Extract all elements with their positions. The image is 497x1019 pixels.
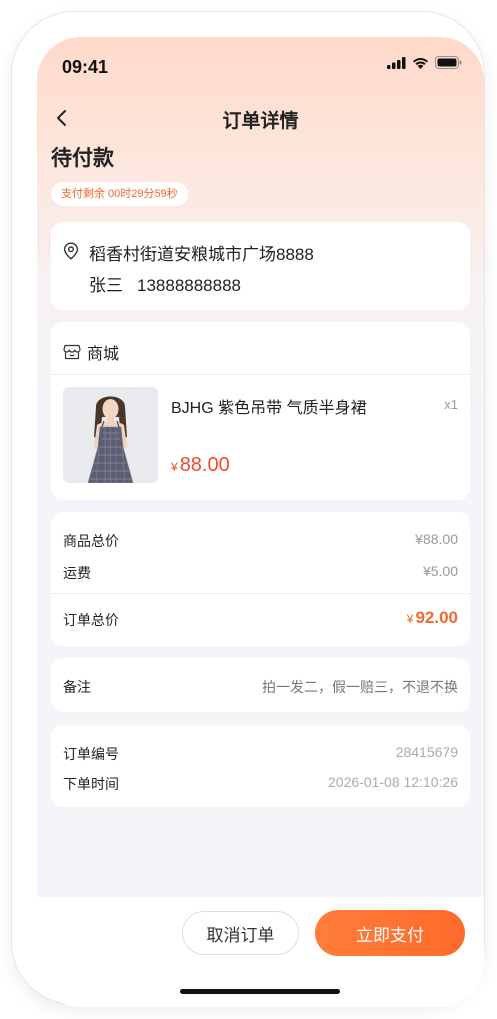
- wifi-icon: [413, 57, 428, 69]
- divider: [51, 593, 470, 594]
- pay-now-button[interactable]: 立即支付: [315, 910, 465, 956]
- status-time: 09:41: [62, 57, 109, 77]
- product-name[interactable]: BJHG 紫色吊带 气质半身裙: [171, 394, 367, 418]
- price-summary-card: 商品总价 ¥88.00 运费 ¥5.00 订单总价 ¥92.00: [51, 512, 470, 646]
- address-card[interactable]: 稻香村街道安粮城市广场8888 张三 13888888888: [51, 222, 470, 310]
- divider: [51, 374, 470, 375]
- remark-card: 备注 拍一发二，假一赔三，不退不换: [51, 658, 470, 712]
- product-price: ¥88.00: [171, 454, 230, 477]
- cancel-order-button[interactable]: 取消订单: [182, 911, 299, 955]
- goods-total-label: 商品总价: [63, 533, 119, 549]
- order-total-label: 订单总价: [63, 612, 119, 628]
- shipping-label: 运费: [63, 565, 91, 581]
- order-info-card: 订单编号 28415679 下单时间 2026-01-08 12:10:26: [51, 725, 470, 807]
- shipping-value: ¥5.00: [422, 563, 458, 579]
- order-total-value: ¥92.00: [407, 608, 458, 628]
- remark-label: 备注: [63, 679, 91, 695]
- status-bar: 09:41: [37, 37, 484, 97]
- order-time-value: 2026-01-08 12:10:26: [328, 774, 458, 790]
- product-photo: [63, 387, 158, 483]
- shipping-address: 稻香村街道安粮城市广场8888: [89, 245, 314, 264]
- bottom-action-bar: 取消订单 立即支付: [37, 897, 484, 1007]
- page-title: 订单详情: [222, 111, 299, 132]
- currency-symbol: ¥: [406, 612, 414, 626]
- shop-name: 商城: [87, 346, 120, 363]
- order-status: 待付款: [51, 147, 114, 170]
- status-icons: [387, 56, 462, 69]
- product-image[interactable]: [63, 387, 158, 483]
- order-time-label: 下单时间: [63, 776, 119, 792]
- currency-symbol: ¥: [171, 460, 178, 474]
- battery-icon: [435, 56, 462, 69]
- order-number-label: 订单编号: [63, 746, 119, 762]
- recipient-name: 张三: [89, 276, 123, 295]
- remark-value: 拍一发二，假一赔三，不退不换: [262, 679, 458, 695]
- product-quantity: x1: [444, 397, 458, 412]
- app-screen: 09:41 订单详情 待付款 支付剩余 00时29分59秒 稻香村街道安粮城市广…: [37, 37, 484, 1007]
- shop-header[interactable]: 商城: [63, 340, 119, 364]
- goods-card: 商城 BJHG 紫色吊带 气质半身裙 x1 ¥ 88.00: [51, 322, 470, 500]
- order-number-value[interactable]: 28415679: [396, 744, 458, 760]
- payment-countdown-badge: 支付剩余 00时29分59秒: [51, 182, 188, 206]
- goods-total-value: ¥88.00: [415, 531, 458, 547]
- navigation-bar: 订单详情: [37, 97, 484, 141]
- phone-frame: 09:41 订单详情 待付款 支付剩余 00时29分59秒 稻香村街道安粮城市广…: [12, 12, 484, 1007]
- store-icon: [63, 344, 81, 360]
- location-pin-icon: [63, 242, 79, 260]
- home-indicator[interactable]: [180, 989, 340, 994]
- recipient-phone: 13888888888: [137, 276, 242, 295]
- signal-icon: [387, 56, 406, 69]
- contact-info: 张三 13888888888: [89, 271, 241, 296]
- price-amount: 88.00: [179, 454, 230, 476]
- order-total-amount: 92.00: [415, 608, 458, 627]
